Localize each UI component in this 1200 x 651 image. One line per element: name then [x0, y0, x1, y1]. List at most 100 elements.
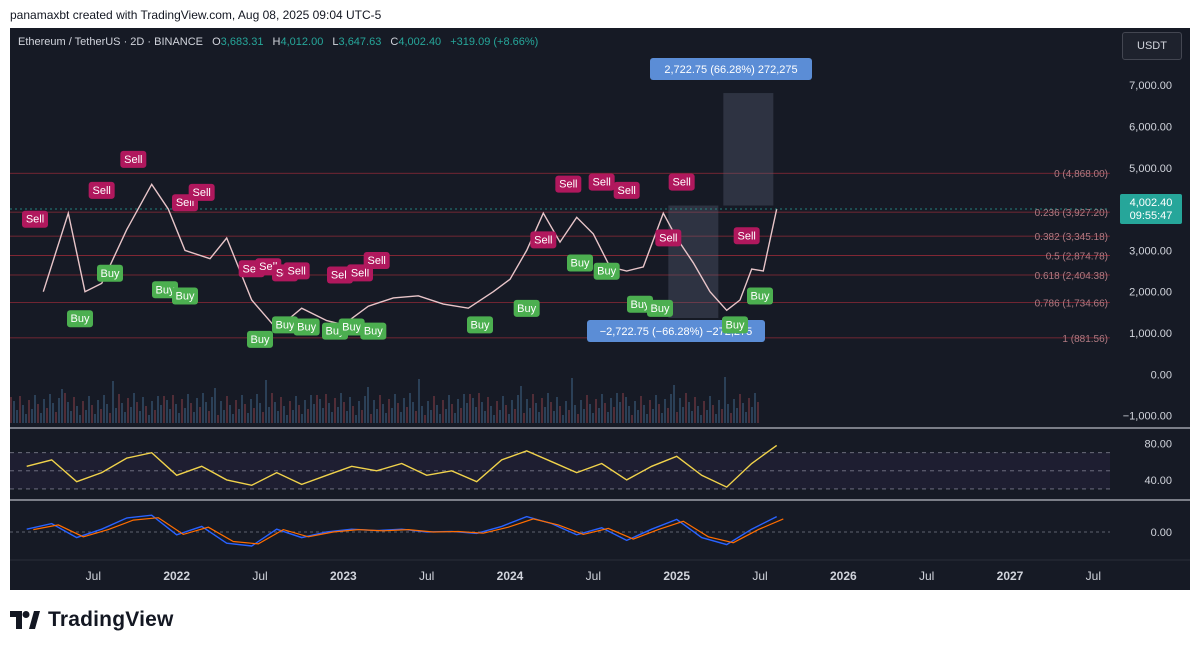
volume-bar [505, 405, 507, 423]
volume-bar [121, 403, 123, 423]
volume-bar [508, 414, 510, 423]
volume-bar [88, 396, 90, 423]
volume-bar [313, 404, 315, 423]
volume-bar [643, 405, 645, 423]
volume-bar [265, 380, 267, 423]
volume-bar [583, 409, 585, 423]
chart-frame[interactable]: 0 (4,868.00) 0.236 (3,927.20) 0.382 (3,345… [10, 28, 1190, 590]
volume-bar [166, 400, 168, 423]
currency-button[interactable]: USDT [1122, 32, 1182, 60]
volume-bar [709, 396, 711, 423]
volume-bar [445, 409, 447, 423]
buy-signal-label: Buy [517, 303, 536, 315]
volume-bar [517, 395, 519, 423]
volume-bar [139, 411, 141, 423]
open-value: 3,683.31 [220, 36, 264, 48]
volume-bar [622, 393, 624, 423]
volume-bar [154, 410, 156, 423]
volume-bar [490, 406, 492, 423]
sell-signal-label: Sell [592, 177, 610, 189]
volume-bar [424, 415, 426, 423]
volume-bar [670, 394, 672, 423]
volume-bar [289, 401, 291, 423]
fib-level-label: 0.618 (2,404.38) [1035, 271, 1108, 282]
volume-bar [181, 399, 183, 423]
time-axis-tick-label: Jul [419, 569, 434, 583]
sell-signal-label: Sell [367, 255, 385, 267]
volume-bar [301, 414, 303, 423]
volume-bar [547, 393, 549, 423]
volume-bar [556, 397, 558, 423]
tradingview-logo-icon [10, 611, 40, 629]
buy-signal-label: Buy [471, 319, 490, 331]
volume-bar [706, 410, 708, 423]
volume-bar [601, 394, 603, 423]
volume-bar [595, 399, 597, 423]
time-axis-tick-label: Jul [252, 569, 267, 583]
buy-signal-label: Buy [276, 319, 295, 331]
volume-bar [661, 413, 663, 423]
volume-bar [397, 403, 399, 423]
volume-bar [598, 408, 600, 423]
volume-bar [97, 400, 99, 423]
volume-bar [502, 396, 504, 423]
symbol-name[interactable]: Ethereum / TetherUS · 2D · BINANCE [18, 36, 203, 48]
volume-bar [697, 406, 699, 423]
volume-bar [736, 408, 738, 423]
volume-bar [85, 410, 87, 423]
volume-bar [382, 404, 384, 423]
volume-bar [103, 395, 105, 423]
buy-signal-label: Buy [651, 303, 670, 315]
attribution-text: panamaxbt created with TradingView.com, … [10, 8, 382, 22]
volume-bar [613, 407, 615, 423]
buy-signal-label: Buy [571, 257, 590, 269]
volume-bar [580, 400, 582, 423]
measure-up-box [723, 93, 774, 206]
volume-bar [322, 408, 324, 423]
volume-bar [757, 402, 759, 423]
volume-bar [616, 393, 618, 423]
volume-bar [82, 401, 84, 423]
volume-bar [592, 413, 594, 423]
volume-bar [634, 401, 636, 423]
fib-level-label: 0.382 (3,345.18) [1035, 232, 1108, 243]
volume-bar [19, 396, 21, 423]
tradingview-wordmark: TradingView [48, 608, 174, 631]
sell-signal-label: Sell [192, 187, 210, 199]
volume-bar [208, 411, 210, 423]
volume-bar [658, 404, 660, 423]
volume-bar [127, 398, 129, 423]
volume-bar [550, 402, 552, 423]
volume-bar [355, 415, 357, 423]
volume-bar [406, 407, 408, 423]
volume-bar [400, 412, 402, 423]
volume-bar [256, 394, 258, 423]
volume-bar [46, 408, 48, 423]
volume-bar [43, 399, 45, 423]
rsi-band [10, 452, 1110, 489]
volume-bar [544, 407, 546, 423]
volume-bar [433, 396, 435, 423]
volume-bar [241, 395, 243, 423]
volume-bar [448, 395, 450, 423]
low-value: 3,647.63 [338, 36, 382, 48]
volume-bar [562, 415, 564, 423]
volume-bar [136, 402, 138, 423]
volume-bar [409, 393, 411, 423]
volume-bar [226, 396, 228, 423]
price-axis-tick-label: −1,000.00 [1123, 411, 1172, 423]
buy-signal-label: Buy [751, 291, 770, 303]
volume-bar [667, 408, 669, 423]
fib-level-label: 1 (881.56) [1062, 334, 1108, 345]
chart-canvas[interactable]: 0 (4,868.00) 0.236 (3,927.20) 0.382 (3,345… [10, 28, 1190, 590]
volume-bar [352, 406, 354, 423]
tradingview-logo[interactable]: TradingView [10, 608, 174, 632]
price-countdown: 09:55:47 [1130, 210, 1173, 222]
volume-bar [469, 394, 471, 423]
volume-bar [28, 400, 30, 423]
time-axis-tick-label: 2027 [997, 569, 1024, 583]
volume-bar [319, 399, 321, 423]
volume-bar [451, 404, 453, 423]
sell-signal-label: Sell [92, 185, 110, 197]
volume-bar [733, 399, 735, 423]
